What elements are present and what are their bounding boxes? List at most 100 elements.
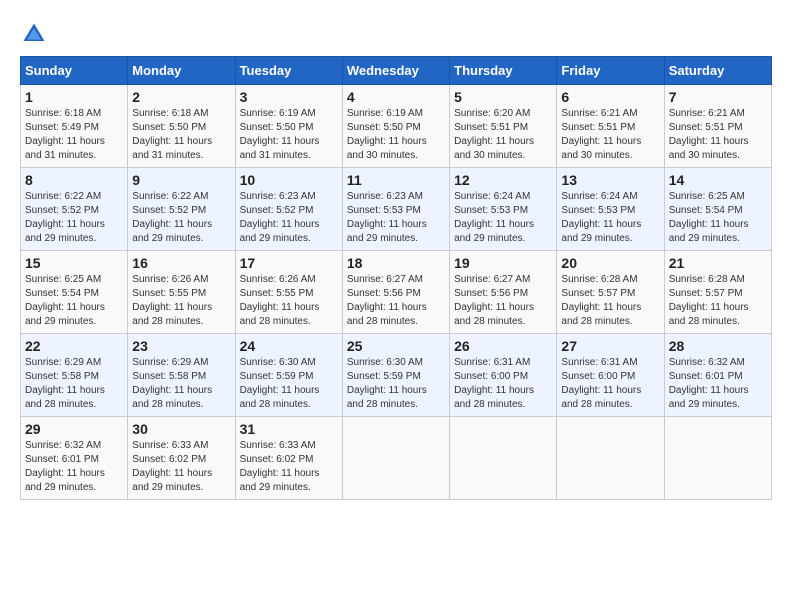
day-number: 13 bbox=[561, 172, 659, 188]
calendar-cell: 18 Sunrise: 6:27 AMSunset: 5:56 PMDayligh… bbox=[342, 251, 449, 334]
calendar-cell bbox=[664, 417, 771, 500]
calendar-cell: 30 Sunrise: 6:33 AMSunset: 6:02 PMDayligh… bbox=[128, 417, 235, 500]
calendar-cell: 7Sunrise: 6:21 AMSunset: 5:51 PMDaylight… bbox=[664, 85, 771, 168]
calendar-header-tuesday: Tuesday bbox=[235, 57, 342, 85]
day-number: 22 bbox=[25, 338, 123, 354]
calendar-week-2: 15 Sunrise: 6:25 AMSunset: 5:54 PMDayligh… bbox=[21, 251, 772, 334]
cell-content: Sunrise: 6:22 AMSunset: 5:52 PMDaylight:… bbox=[132, 190, 230, 246]
day-number: 27 bbox=[561, 338, 659, 354]
calendar-cell: 20Sunrise: 6:28 AMSunset: 5:57 PMDayligh… bbox=[557, 251, 664, 334]
day-number: 31 bbox=[240, 421, 338, 437]
day-number: 5 bbox=[454, 89, 552, 105]
cell-content: Sunrise: 6:18 AMSunset: 5:50 PMDaylight:… bbox=[132, 107, 230, 163]
cell-content: Sunrise: 6:23 AMSunset: 5:52 PMDaylight:… bbox=[240, 190, 338, 246]
calendar-cell bbox=[342, 417, 449, 500]
cell-content: Sunrise: 6:27 AMSunset: 5:56 PMDaylight:… bbox=[454, 273, 552, 329]
calendar-cell: 23 Sunrise: 6:29 AMSunset: 5:58 PMDayligh… bbox=[128, 334, 235, 417]
day-number: 30 bbox=[132, 421, 230, 437]
cell-content: Sunrise: 6:30 AMSunset: 5:59 PMDaylight:… bbox=[347, 356, 445, 412]
calendar-cell: 26 Sunrise: 6:31 AMSunset: 6:00 PMDayligh… bbox=[450, 334, 557, 417]
day-number: 25 bbox=[347, 338, 445, 354]
calendar-cell: 25 Sunrise: 6:30 AMSunset: 5:59 PMDayligh… bbox=[342, 334, 449, 417]
calendar-cell: 4Sunrise: 6:19 AMSunset: 5:50 PMDaylight… bbox=[342, 85, 449, 168]
cell-content: Sunrise: 6:31 AMSunset: 6:00 PMDaylight:… bbox=[454, 356, 552, 412]
day-number: 18 bbox=[347, 255, 445, 271]
calendar-cell: 22 Sunrise: 6:29 AMSunset: 5:58 PMDayligh… bbox=[21, 334, 128, 417]
cell-content: Sunrise: 6:26 AMSunset: 5:55 PMDaylight:… bbox=[132, 273, 230, 329]
calendar-cell: 31 Sunrise: 6:33 AMSunset: 6:02 PMDayligh… bbox=[235, 417, 342, 500]
cell-content: Sunrise: 6:24 AMSunset: 5:53 PMDaylight:… bbox=[561, 190, 659, 246]
calendar-cell: 19 Sunrise: 6:27 AMSunset: 5:56 PMDayligh… bbox=[450, 251, 557, 334]
calendar-cell: 15 Sunrise: 6:25 AMSunset: 5:54 PMDayligh… bbox=[21, 251, 128, 334]
day-number: 6 bbox=[561, 89, 659, 105]
day-number: 19 bbox=[454, 255, 552, 271]
calendar-cell: 13 Sunrise: 6:24 AMSunset: 5:53 PMDayligh… bbox=[557, 168, 664, 251]
calendar-header-row: SundayMondayTuesdayWednesdayThursdayFrid… bbox=[21, 57, 772, 85]
day-number: 12 bbox=[454, 172, 552, 188]
day-number: 23 bbox=[132, 338, 230, 354]
calendar-cell: 6 Sunrise: 6:21 AMSunset: 5:51 PMDaylight… bbox=[557, 85, 664, 168]
day-number: 7 bbox=[669, 89, 767, 105]
calendar-cell bbox=[557, 417, 664, 500]
cell-content: Sunrise: 6:32 AMSunset: 6:01 PMDaylight:… bbox=[25, 439, 123, 495]
calendar-cell: 12Sunrise: 6:24 AMSunset: 5:53 PMDayligh… bbox=[450, 168, 557, 251]
cell-content: Sunrise: 6:22 AMSunset: 5:52 PMDaylight:… bbox=[25, 190, 123, 246]
header bbox=[20, 20, 772, 48]
calendar-cell: 17 Sunrise: 6:26 AMSunset: 5:55 PMDayligh… bbox=[235, 251, 342, 334]
calendar-cell: 28Sunrise: 6:32 AMSunset: 6:01 PMDayligh… bbox=[664, 334, 771, 417]
cell-content: Sunrise: 6:29 AMSunset: 5:58 PMDaylight:… bbox=[25, 356, 123, 412]
cell-content: Sunrise: 6:23 AMSunset: 5:53 PMDaylight:… bbox=[347, 190, 445, 246]
day-number: 26 bbox=[454, 338, 552, 354]
cell-content: Sunrise: 6:25 AMSunset: 5:54 PMDaylight:… bbox=[25, 273, 123, 329]
cell-content: Sunrise: 6:26 AMSunset: 5:55 PMDaylight:… bbox=[240, 273, 338, 329]
cell-content: Sunrise: 6:28 AMSunset: 5:57 PMDaylight:… bbox=[669, 273, 767, 329]
cell-content: Sunrise: 6:21 AMSunset: 5:51 PMDaylight:… bbox=[561, 107, 659, 163]
cell-content: Sunrise: 6:31 AMSunset: 6:00 PMDaylight:… bbox=[561, 356, 659, 412]
day-number: 29 bbox=[25, 421, 123, 437]
cell-content: Sunrise: 6:19 AMSunset: 5:50 PMDaylight:… bbox=[347, 107, 445, 163]
calendar-header-wednesday: Wednesday bbox=[342, 57, 449, 85]
day-number: 1 bbox=[25, 89, 123, 105]
calendar-cell: 3Sunrise: 6:19 AMSunset: 5:50 PMDaylight… bbox=[235, 85, 342, 168]
calendar-cell: 5Sunrise: 6:20 AMSunset: 5:51 PMDaylight… bbox=[450, 85, 557, 168]
calendar-week-4: 29 Sunrise: 6:32 AMSunset: 6:01 PMDayligh… bbox=[21, 417, 772, 500]
calendar-header-sunday: Sunday bbox=[21, 57, 128, 85]
day-number: 10 bbox=[240, 172, 338, 188]
day-number: 17 bbox=[240, 255, 338, 271]
day-number: 8 bbox=[25, 172, 123, 188]
cell-content: Sunrise: 6:27 AMSunset: 5:56 PMDaylight:… bbox=[347, 273, 445, 329]
cell-content: Sunrise: 6:33 AMSunset: 6:02 PMDaylight:… bbox=[240, 439, 338, 495]
day-number: 21 bbox=[669, 255, 767, 271]
calendar-header-friday: Friday bbox=[557, 57, 664, 85]
calendar-cell: 29 Sunrise: 6:32 AMSunset: 6:01 PMDayligh… bbox=[21, 417, 128, 500]
calendar-cell: 11 Sunrise: 6:23 AMSunset: 5:53 PMDayligh… bbox=[342, 168, 449, 251]
cell-content: Sunrise: 6:25 AMSunset: 5:54 PMDaylight:… bbox=[669, 190, 767, 246]
calendar-week-0: 1 Sunrise: 6:18 AMSunset: 5:49 PMDaylight… bbox=[21, 85, 772, 168]
calendar-cell: 16Sunrise: 6:26 AMSunset: 5:55 PMDayligh… bbox=[128, 251, 235, 334]
calendar-header-saturday: Saturday bbox=[664, 57, 771, 85]
day-number: 28 bbox=[669, 338, 767, 354]
calendar-cell: 8 Sunrise: 6:22 AMSunset: 5:52 PMDaylight… bbox=[21, 168, 128, 251]
day-number: 24 bbox=[240, 338, 338, 354]
calendar-cell: 14 Sunrise: 6:25 AMSunset: 5:54 PMDayligh… bbox=[664, 168, 771, 251]
calendar-week-3: 22 Sunrise: 6:29 AMSunset: 5:58 PMDayligh… bbox=[21, 334, 772, 417]
calendar-cell: 24Sunrise: 6:30 AMSunset: 5:59 PMDayligh… bbox=[235, 334, 342, 417]
logo bbox=[20, 20, 52, 48]
calendar-week-1: 8 Sunrise: 6:22 AMSunset: 5:52 PMDaylight… bbox=[21, 168, 772, 251]
calendar-header-monday: Monday bbox=[128, 57, 235, 85]
cell-content: Sunrise: 6:33 AMSunset: 6:02 PMDaylight:… bbox=[132, 439, 230, 495]
day-number: 2 bbox=[132, 89, 230, 105]
calendar-cell bbox=[450, 417, 557, 500]
day-number: 14 bbox=[669, 172, 767, 188]
cell-content: Sunrise: 6:18 AMSunset: 5:49 PMDaylight:… bbox=[25, 107, 123, 163]
logo-icon bbox=[20, 20, 48, 48]
calendar-cell: 9 Sunrise: 6:22 AMSunset: 5:52 PMDaylight… bbox=[128, 168, 235, 251]
calendar-cell: 21 Sunrise: 6:28 AMSunset: 5:57 PMDayligh… bbox=[664, 251, 771, 334]
day-number: 3 bbox=[240, 89, 338, 105]
day-number: 9 bbox=[132, 172, 230, 188]
day-number: 11 bbox=[347, 172, 445, 188]
calendar-table: SundayMondayTuesdayWednesdayThursdayFrid… bbox=[20, 56, 772, 500]
day-number: 15 bbox=[25, 255, 123, 271]
calendar-header-thursday: Thursday bbox=[450, 57, 557, 85]
cell-content: Sunrise: 6:29 AMSunset: 5:58 PMDaylight:… bbox=[132, 356, 230, 412]
